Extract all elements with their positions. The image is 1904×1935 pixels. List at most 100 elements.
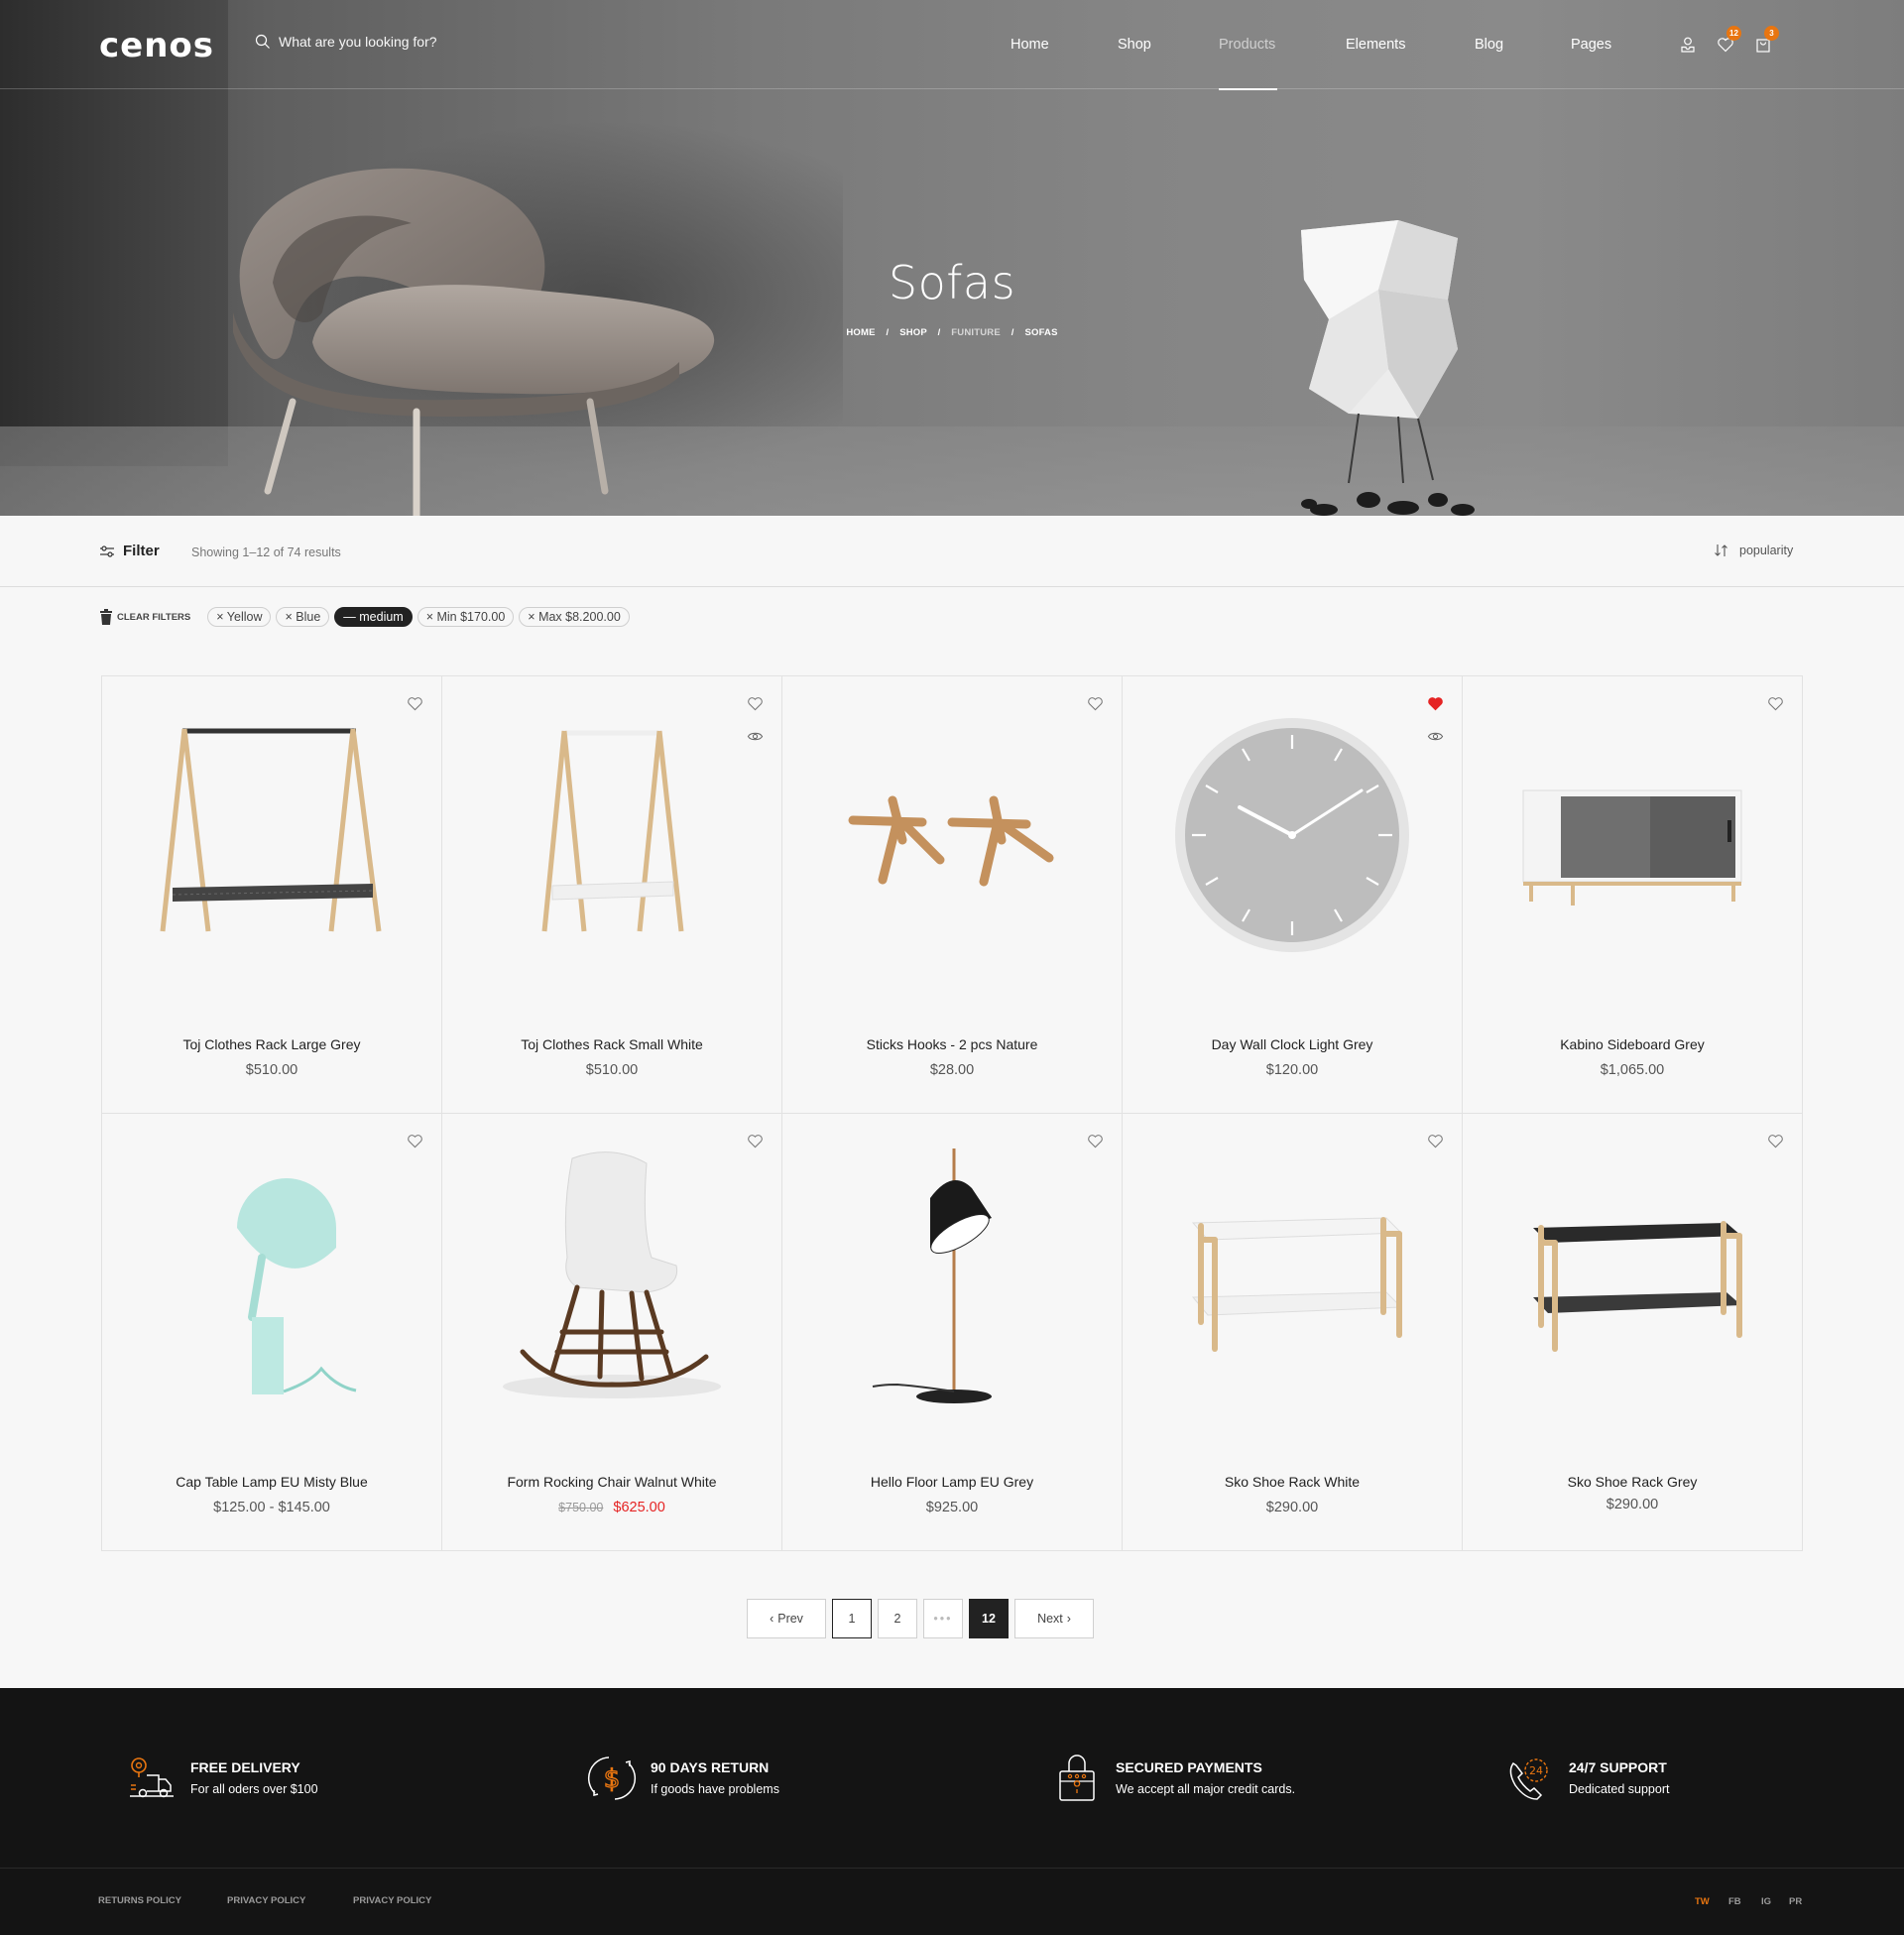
cart-button[interactable]: 3: [1754, 26, 1779, 54]
wishlist-toggle[interactable]: [1427, 1133, 1444, 1149]
feature-title: 24/7 SUPPORT: [1569, 1759, 1667, 1775]
product-name[interactable]: Sticks Hooks - 2 pcs Nature: [782, 1036, 1122, 1052]
wishlist-toggle[interactable]: [1087, 1133, 1104, 1149]
product-image[interactable]: [782, 1134, 1122, 1421]
nav-pages[interactable]: Pages: [1571, 0, 1630, 89]
product-name[interactable]: Sko Shoe Rack Grey: [1463, 1474, 1802, 1490]
facebook-link[interactable]: FB: [1728, 1896, 1761, 1907]
next-page-button[interactable]: Next ›: [1014, 1599, 1094, 1638]
nav-products[interactable]: Products: [1219, 0, 1277, 90]
wishlist-count-badge: 12: [1726, 26, 1741, 41]
product-card[interactable]: Toj Clothes Rack Large Grey $510.00: [102, 676, 442, 1114]
nav-shop[interactable]: Shop: [1118, 0, 1219, 89]
product-card[interactable]: Kabino Sideboard Grey $1,065.00: [1463, 676, 1803, 1114]
product-name[interactable]: Kabino Sideboard Grey: [1463, 1036, 1802, 1052]
product-name[interactable]: Form Rocking Chair Walnut White: [442, 1474, 781, 1490]
filter-chip-medium[interactable]: — medium: [334, 607, 413, 627]
product-name[interactable]: Hello Floor Lamp EU Grey: [782, 1474, 1122, 1490]
product-image[interactable]: [102, 1134, 441, 1421]
product-image[interactable]: [442, 1134, 781, 1421]
product-image[interactable]: [782, 696, 1122, 984]
main-nav: Home Shop Products Elements Blog Pages: [1011, 0, 1630, 90]
wishlist-toggle-active[interactable]: [1427, 695, 1444, 712]
money-return-icon: $: [587, 1756, 637, 1800]
privacy-policy-link-2[interactable]: PRIVACY POLICY: [353, 1895, 431, 1906]
wishlist-toggle[interactable]: [1767, 695, 1784, 712]
product-name[interactable]: Cap Table Lamp EU Misty Blue: [102, 1474, 441, 1490]
search-icon: [255, 34, 270, 49]
returns-policy-link[interactable]: RETURNS POLICY: [98, 1895, 227, 1906]
product-image[interactable]: [442, 696, 781, 984]
feature-free-delivery: FREE DELIVERY For all oders over $100: [127, 1755, 318, 1803]
privacy-policy-link[interactable]: PRIVACY POLICY: [227, 1895, 353, 1906]
instagram-link[interactable]: IG: [1761, 1896, 1789, 1907]
wishlist-toggle[interactable]: [407, 1133, 423, 1149]
page-1-button[interactable]: 1: [832, 1599, 872, 1638]
quick-view-button[interactable]: [747, 728, 764, 745]
product-image[interactable]: [102, 696, 441, 984]
breadcrumb-shop[interactable]: SHOP: [899, 327, 927, 338]
product-card[interactable]: Cap Table Lamp EU Misty Blue $125.00 - $…: [102, 1114, 442, 1551]
product-card[interactable]: Form Rocking Chair Walnut White $750.00 …: [442, 1114, 782, 1551]
active-filters: CLEAR FILTERS × Yellow × Blue — medium ×…: [99, 607, 630, 627]
table-lamp-image: [237, 1178, 357, 1394]
page-12-button[interactable]: 12: [969, 1599, 1009, 1638]
product-name[interactable]: Toj Clothes Rack Large Grey: [102, 1036, 441, 1052]
product-card[interactable]: Sticks Hooks - 2 pcs Nature $28.00: [782, 676, 1123, 1114]
product-name[interactable]: Toj Clothes Rack Small White: [442, 1036, 781, 1052]
filter-chip-yellow[interactable]: × Yellow: [207, 607, 272, 627]
wishlist-toggle[interactable]: [407, 695, 423, 712]
padlock-icon: [1059, 1754, 1095, 1801]
product-price: $125.00 - $145.00: [102, 1500, 441, 1515]
search-bar[interactable]: [255, 34, 477, 50]
filter-chip-blue[interactable]: × Blue: [276, 607, 330, 627]
product-image[interactable]: [1123, 696, 1462, 984]
pinterest-link[interactable]: PR: [1789, 1896, 1802, 1907]
page-2-button[interactable]: 2: [878, 1599, 917, 1638]
prev-page-button[interactable]: ‹ Prev: [747, 1599, 826, 1638]
clothes-rack-small-image: [541, 730, 684, 932]
cart-count-badge: 3: [1764, 26, 1779, 41]
wishlist-toggle[interactable]: [747, 1133, 764, 1149]
breadcrumb-home[interactable]: HOME: [846, 327, 875, 338]
wishlist-button[interactable]: 12: [1717, 26, 1741, 54]
product-card[interactable]: Day Wall Clock Light Grey $120.00: [1123, 676, 1463, 1114]
product-card[interactable]: Hello Floor Lamp EU Grey $925.00: [782, 1114, 1123, 1551]
product-card[interactable]: Toj Clothes Rack Small White $510.00: [442, 676, 782, 1114]
breadcrumb-current: SOFAS: [1024, 327, 1058, 338]
nav-elements[interactable]: Elements: [1346, 0, 1475, 89]
quick-view-button[interactable]: [1427, 728, 1444, 745]
product-image[interactable]: [1463, 696, 1802, 984]
site-footer: FREE DELIVERY For all oders over $100 $ …: [0, 1688, 1904, 1935]
wishlist-toggle[interactable]: [1087, 695, 1104, 712]
twitter-link[interactable]: TW: [1695, 1896, 1728, 1907]
sort-value: popularity: [1739, 544, 1794, 557]
nav-home[interactable]: Home: [1011, 0, 1118, 89]
account-button[interactable]: [1679, 36, 1697, 54]
filter-button[interactable]: Filter: [99, 543, 160, 559]
product-card[interactable]: Sko Shoe Rack White $290.00: [1123, 1114, 1463, 1551]
svg-text:$: $: [604, 1764, 621, 1794]
logo[interactable]: cenos: [99, 26, 214, 65]
feature-title: FREE DELIVERY: [190, 1759, 300, 1775]
feature-title: 90 DAYS RETURN: [651, 1759, 770, 1775]
product-name[interactable]: Day Wall Clock Light Grey: [1123, 1036, 1462, 1052]
clear-filters-button[interactable]: CLEAR FILTERS: [99, 609, 190, 625]
heart-outline-icon: [408, 697, 422, 711]
footer-links: RETURNS POLICY PRIVACY POLICY PRIVACY PO…: [98, 1895, 431, 1906]
product-image[interactable]: [1463, 1134, 1802, 1421]
nav-blog[interactable]: Blog: [1475, 0, 1571, 89]
shoe-rack-grey-image: [1533, 1221, 1742, 1352]
sale-price: $625.00: [613, 1500, 665, 1515]
filter-chip-max-price[interactable]: × Max $8.200.00: [519, 607, 630, 627]
filter-chip-min-price[interactable]: × Min $170.00: [416, 607, 515, 627]
product-name[interactable]: Sko Shoe Rack White: [1123, 1474, 1462, 1490]
product-image[interactable]: [1123, 1134, 1462, 1421]
floor-lamp-image: [872, 1149, 992, 1403]
product-card[interactable]: Sko Shoe Rack Grey $290.00: [1463, 1114, 1803, 1551]
wishlist-toggle[interactable]: [1767, 1133, 1784, 1149]
wishlist-toggle[interactable]: [747, 695, 764, 712]
search-input[interactable]: [279, 34, 477, 50]
breadcrumb-furniture[interactable]: FUNITURE: [951, 327, 1001, 338]
sort-dropdown[interactable]: popularity: [1714, 543, 1793, 558]
